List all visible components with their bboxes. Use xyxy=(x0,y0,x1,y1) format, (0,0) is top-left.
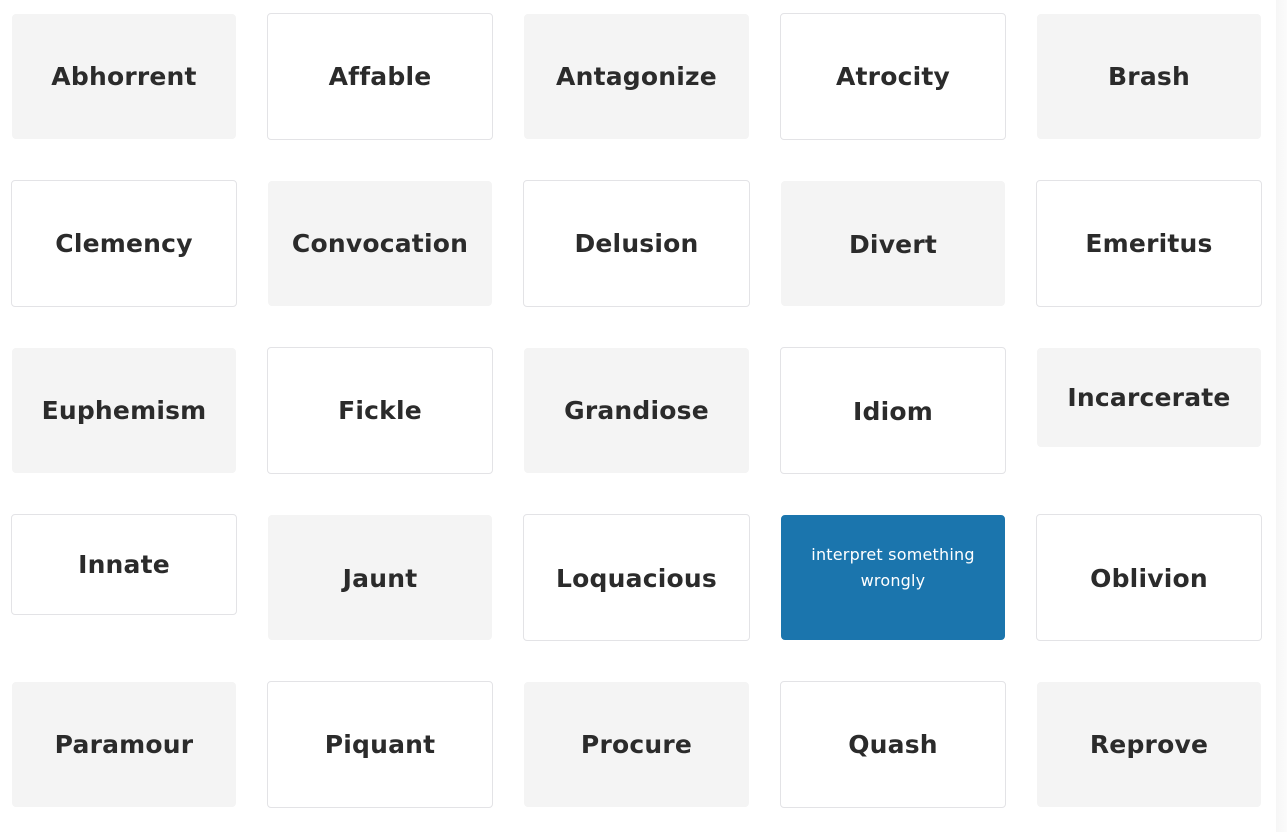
flashcard[interactable]: Abhorrent xyxy=(12,14,236,139)
flashcard-grid: Abhorrent Affable Antagonize Atrocity Br… xyxy=(0,0,1276,832)
flashcard-label: Euphemism xyxy=(41,396,207,425)
flashcard-definition: interpret something wrongly xyxy=(811,545,975,590)
flashcard-label: Clemency xyxy=(55,229,193,258)
flashcard[interactable]: Delusion xyxy=(523,180,750,307)
flashcard-label: Paramour xyxy=(54,730,194,759)
flashcard-label: Convocation xyxy=(291,229,469,258)
flashcard[interactable]: Paramour xyxy=(12,682,236,807)
flashcard-selected[interactable]: interpret something wrongly xyxy=(781,515,1005,640)
flashcard[interactable]: Quash xyxy=(780,681,1006,808)
flashcard[interactable]: Oblivion xyxy=(1036,514,1262,641)
flashcard[interactable]: Grandiose xyxy=(524,348,749,473)
flashcard-label: Procure xyxy=(580,730,693,759)
flashcard[interactable]: Loquacious xyxy=(523,514,750,641)
flashcard[interactable]: Atrocity xyxy=(780,13,1006,140)
flashcard-label: Jaunt xyxy=(342,564,418,593)
flashcard[interactable]: Divert xyxy=(781,181,1005,306)
flashcard-label: Atrocity xyxy=(835,62,951,91)
flashcard-label: Fickle xyxy=(338,396,422,425)
flashcard[interactable]: Brash xyxy=(1037,14,1261,139)
flashcard-label: Incarcerate xyxy=(1067,383,1231,412)
flashcard-label: Divert xyxy=(848,230,938,259)
scrollbar-track[interactable] xyxy=(1276,0,1287,832)
flashcard[interactable]: Procure xyxy=(524,682,749,807)
flashcard-label: Affable xyxy=(328,62,432,91)
flashcard-label: Oblivion xyxy=(1090,564,1208,593)
flashcard[interactable]: Affable xyxy=(267,13,493,140)
flashcard[interactable]: Piquant xyxy=(267,681,493,808)
flashcard-label: Delusion xyxy=(574,229,699,258)
flashcard-label: Loquacious xyxy=(556,564,717,593)
flashcard-label: Antagonize xyxy=(556,62,717,91)
flashcard[interactable]: Jaunt xyxy=(268,515,492,640)
flashcard-label: Emeritus xyxy=(1085,229,1213,258)
flashcard[interactable]: Clemency xyxy=(11,180,237,307)
flashcard[interactable]: Antagonize xyxy=(524,14,749,139)
flashcard-label: Abhorrent xyxy=(51,62,197,91)
flashcard[interactable]: Emeritus xyxy=(1036,180,1262,307)
flashcard-label: Reprove xyxy=(1089,730,1209,759)
flashcard[interactable]: Innate xyxy=(11,514,237,615)
flashcard-label: Brash xyxy=(1108,62,1190,91)
flashcard[interactable]: Convocation xyxy=(268,181,492,306)
flashcard[interactable]: Reprove xyxy=(1037,682,1261,807)
flashcard-label: Idiom xyxy=(853,397,933,426)
flashcard-label: Grandiose xyxy=(564,396,709,425)
flashcard[interactable]: Fickle xyxy=(267,347,493,474)
flashcard[interactable]: Euphemism xyxy=(12,348,236,473)
flashcard[interactable]: Incarcerate xyxy=(1037,348,1261,447)
flashcard-label: Innate xyxy=(78,550,170,579)
flashcard[interactable]: Idiom xyxy=(780,347,1006,474)
flashcard-label: Piquant xyxy=(324,730,436,759)
flashcard-label: Quash xyxy=(848,730,938,759)
